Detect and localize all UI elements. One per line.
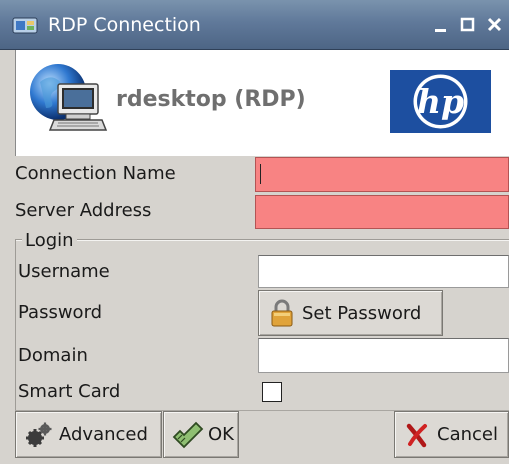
login-group-border-left — [15, 240, 16, 410]
close-icon — [487, 17, 502, 32]
padlock-icon — [271, 299, 293, 327]
red-x-icon — [406, 423, 427, 447]
connection-name-input[interactable] — [255, 157, 509, 192]
minimize-icon — [435, 29, 446, 32]
server-address-input[interactable] — [255, 195, 509, 229]
username-input[interactable] — [258, 255, 509, 288]
password-label: Password — [18, 302, 103, 323]
minimize-button[interactable] — [430, 14, 452, 36]
cancel-button[interactable]: Cancel — [394, 411, 509, 458]
hp-logo: hp — [390, 70, 491, 133]
connection-name-label: Connection Name — [15, 163, 176, 184]
hp-logo-text: hp — [417, 82, 464, 121]
close-button[interactable] — [484, 14, 506, 36]
set-password-label: Set Password — [302, 302, 422, 324]
username-label: Username — [18, 261, 110, 282]
computer-globe-icon — [30, 64, 108, 131]
checkmark-hand-icon — [172, 421, 204, 448]
domain-label: Domain — [18, 345, 88, 366]
smart-card-checkbox[interactable] — [262, 382, 282, 402]
title-bar[interactable]: RDP Connection — [0, 0, 509, 50]
protocol-title: rdesktop (RDP) — [116, 87, 306, 112]
gears-icon — [26, 422, 52, 447]
maximize-button[interactable] — [457, 14, 479, 36]
advanced-button[interactable]: Advanced — [15, 411, 162, 458]
ok-label: OK — [208, 424, 234, 445]
ok-button[interactable]: OK — [163, 411, 239, 458]
login-group-border-highlight — [15, 240, 509, 241]
set-password-button[interactable]: Set Password — [258, 290, 443, 336]
cancel-label: Cancel — [437, 424, 498, 445]
text-cursor — [260, 164, 261, 184]
advanced-label: Advanced — [59, 424, 148, 445]
maximize-icon — [460, 17, 475, 32]
hp-logo-icon: hp — [413, 74, 468, 129]
smart-card-label: Smart Card — [18, 381, 121, 402]
login-group-label: Login — [22, 230, 77, 251]
domain-input[interactable] — [258, 338, 509, 373]
window-title: RDP Connection — [48, 14, 201, 36]
server-address-label: Server Address — [15, 200, 152, 221]
app-icon — [12, 17, 38, 34]
header-panel: rdesktop (RDP) hp — [15, 50, 509, 156]
